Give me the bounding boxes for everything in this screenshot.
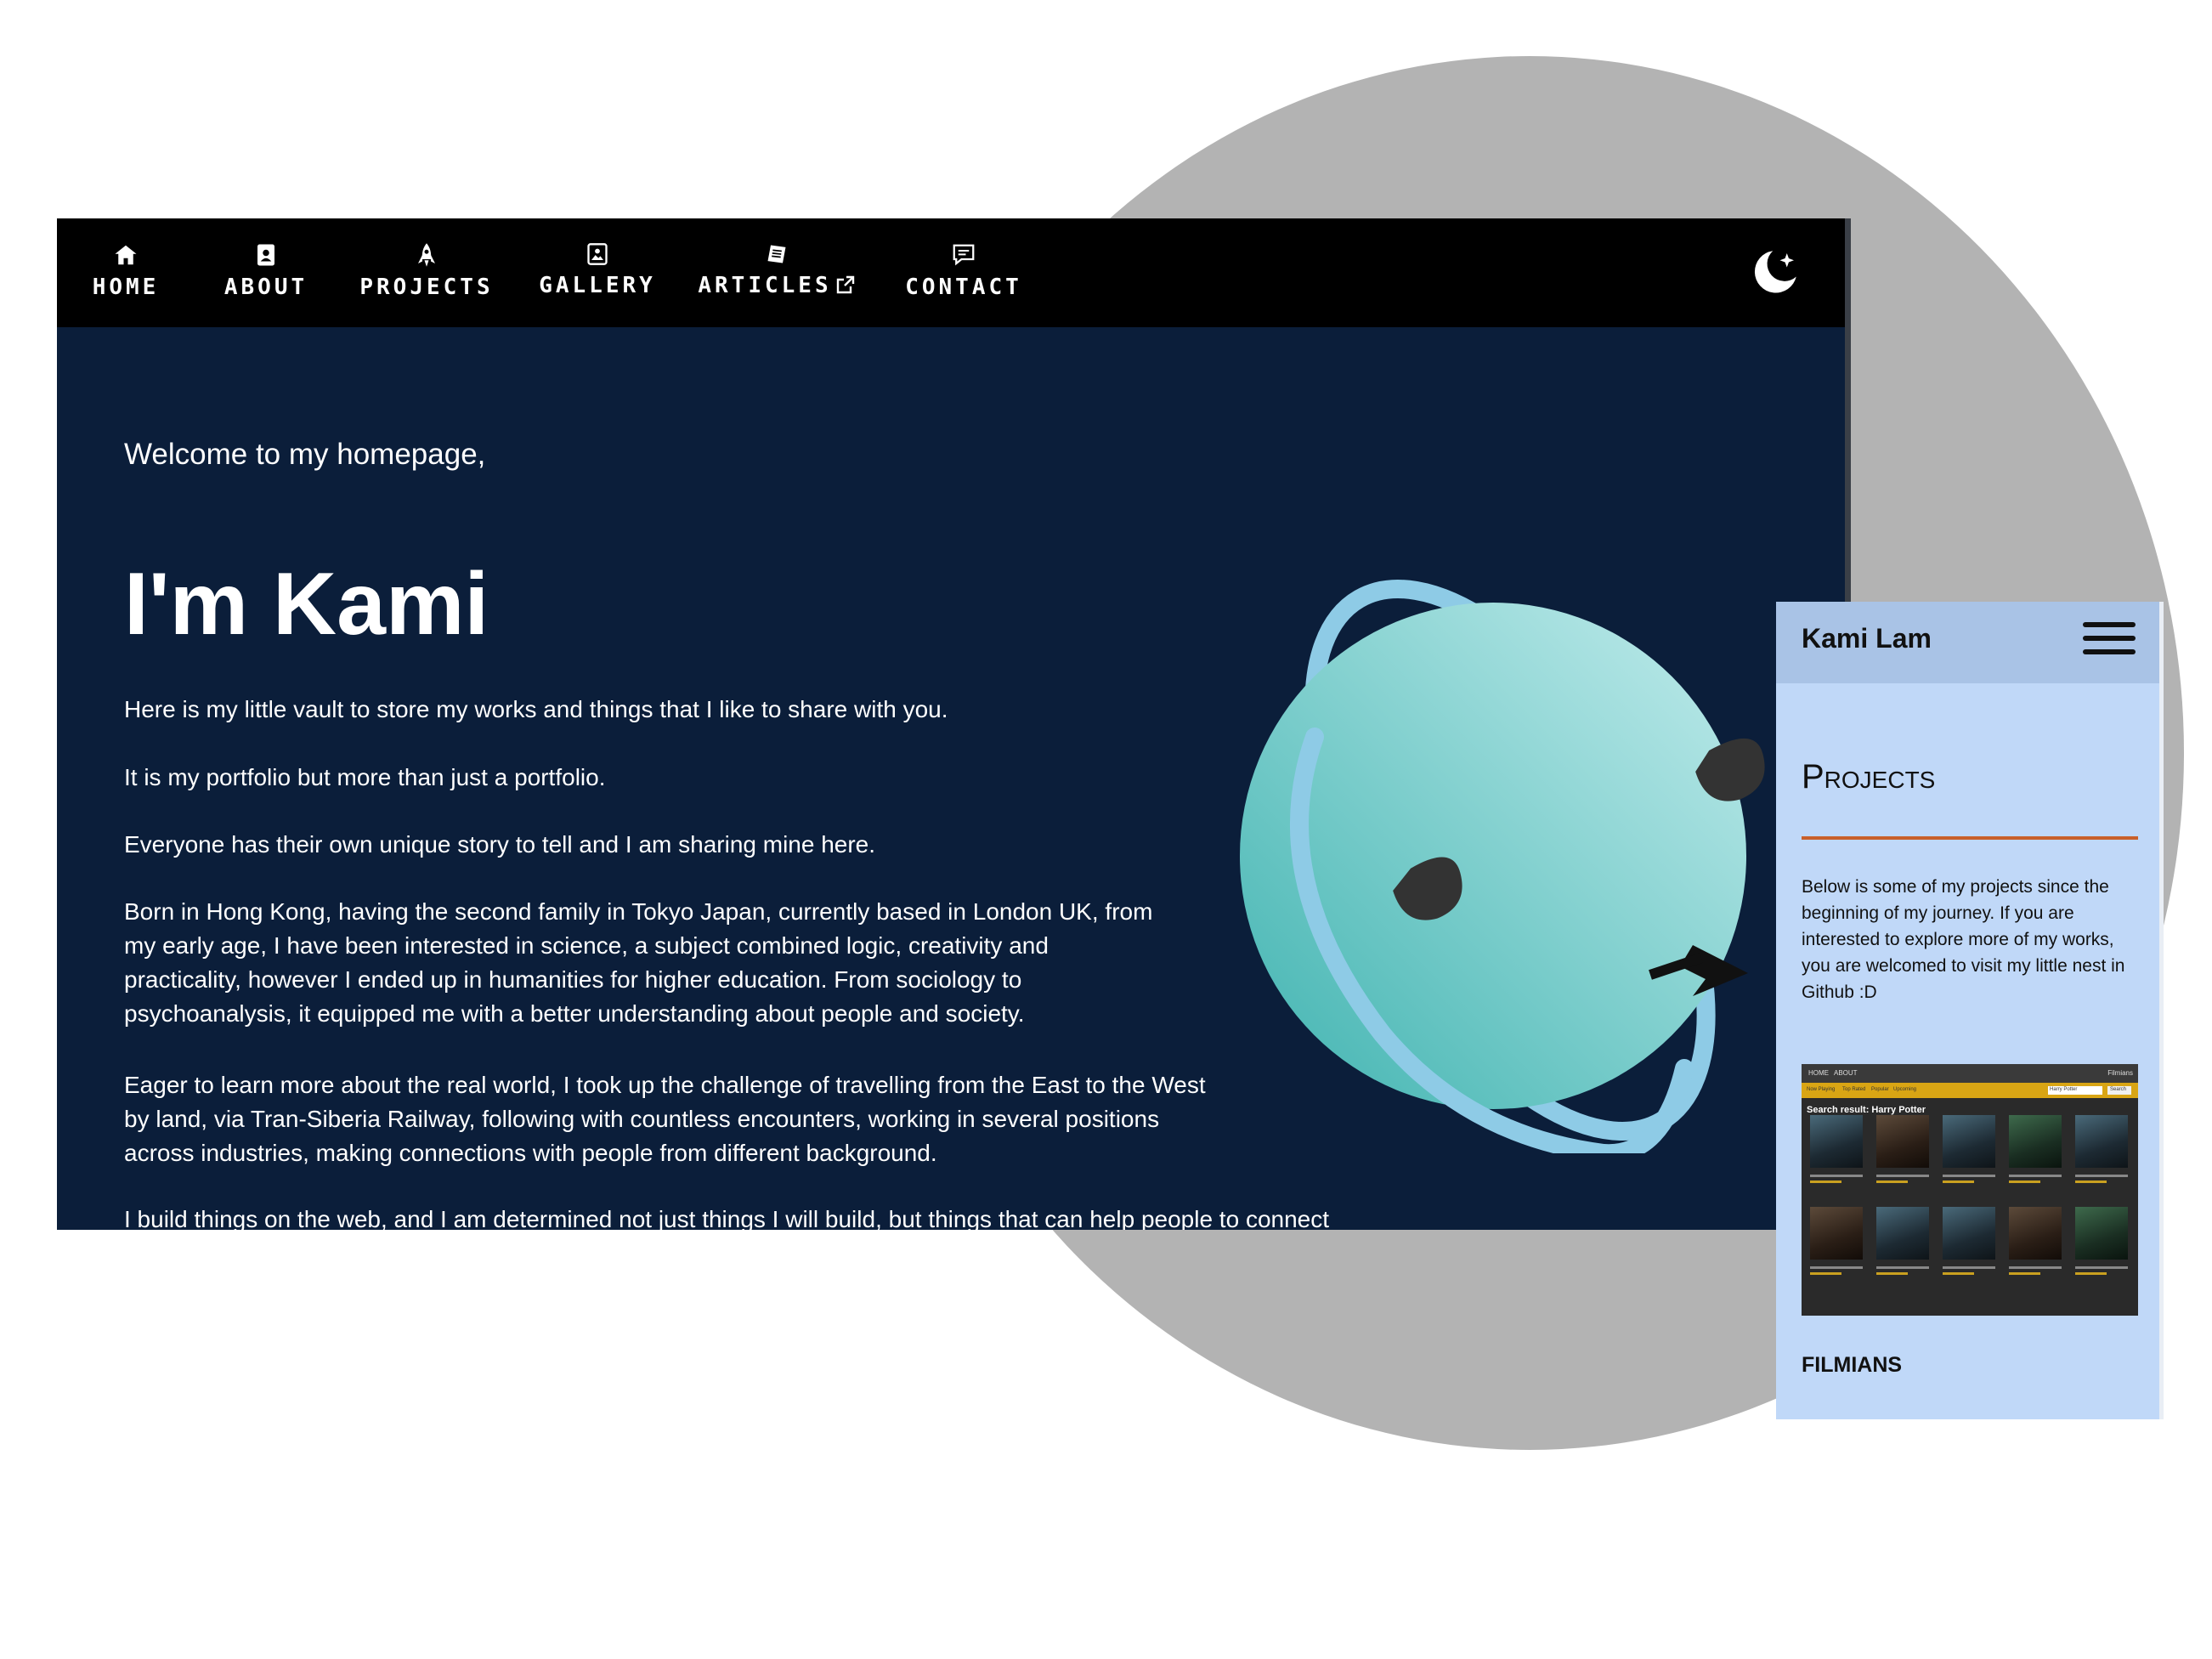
movie-poster [1943, 1115, 1995, 1168]
moon-stars-icon [1754, 251, 1796, 293]
movie-poster [1810, 1207, 1863, 1260]
poster-caption [1876, 1171, 1929, 1197]
shot-brand: Filmians [2107, 1069, 2133, 1077]
project-name[interactable]: FILMIANS [1802, 1353, 1902, 1378]
intro-paragraph-3: Everyone has their own unique story to t… [124, 831, 876, 858]
contact-card-icon [257, 244, 274, 266]
poster-caption [2075, 1171, 2128, 1197]
shot-search-value: Harry Potter [2050, 1087, 2078, 1092]
poster-caption [1876, 1263, 1929, 1288]
intro-paragraph-5: Eager to learn more about the real world… [124, 1072, 1206, 1166]
projects-section-title: Projects [1802, 758, 1936, 796]
movie-poster [1876, 1207, 1929, 1260]
nav-gallery-label: GALLERY [539, 273, 656, 298]
shot-search-button-label: Search [2110, 1087, 2127, 1092]
home-icon [115, 245, 137, 265]
intro-paragraph-6: I build things on the web, and I am dete… [124, 1206, 1330, 1230]
movie-poster [2009, 1207, 2062, 1260]
intro-paragraph-2: It is my portfolio but more than just a … [124, 764, 606, 790]
poster-caption [1810, 1263, 1863, 1288]
rocket-icon [418, 243, 435, 267]
mobile-brand[interactable]: Kami Lam [1802, 623, 1932, 654]
shot-tab-upcoming: Upcoming [1893, 1087, 1917, 1092]
nav-contact[interactable]: CONTACT [902, 237, 1026, 314]
newspaper-icon [767, 245, 786, 263]
top-navbar: HOME ABOUT PROJECTS GALLERY ARTICLES CON… [57, 218, 1851, 327]
filmians-project-screenshot[interactable]: HOME ABOUT Filmians Now Playing Top Rate… [1802, 1064, 2138, 1316]
nav-articles-label: ARTICLES [698, 273, 832, 298]
poster-caption [2075, 1263, 2128, 1288]
nav-articles-label-wrap: ARTICLES [698, 273, 856, 298]
poster-caption [2009, 1171, 2062, 1197]
poster-caption [1943, 1263, 1995, 1288]
movie-poster [2075, 1207, 2128, 1260]
section-divider [1802, 836, 2138, 840]
nav-contact-label: CONTACT [905, 275, 1022, 300]
nav-articles[interactable]: ARTICLES [698, 237, 856, 314]
movie-poster [1810, 1115, 1863, 1168]
nav-gallery[interactable]: GALLERY [538, 237, 657, 314]
mobile-projects-window: Kami Lam Projects Below is some of my pr… [1776, 602, 2164, 1419]
theme-toggle-button[interactable] [1747, 244, 1803, 300]
intro-paragraph-1: Here is my little vault to store my work… [124, 696, 948, 722]
nav-home[interactable]: HOME [91, 237, 161, 314]
nav-about-label: ABOUT [223, 275, 308, 300]
poster-caption [1810, 1171, 1863, 1197]
nav-projects[interactable]: PROJECTS [359, 237, 495, 314]
image-icon [587, 243, 608, 265]
hero-name-heading: I'm Kami [124, 555, 489, 654]
movie-poster [2075, 1115, 2128, 1168]
desktop-homepage-window: HOME ABOUT PROJECTS GALLERY ARTICLES CON… [57, 218, 1851, 1230]
nav-about[interactable]: ABOUT [223, 237, 308, 314]
sleepy-planet-illustration [1240, 580, 1765, 1153]
shot-search-button: Search [2107, 1086, 2131, 1095]
nav-home-label: HOME [92, 275, 160, 300]
poster-caption [2009, 1263, 2062, 1288]
shot-topbar: HOME ABOUT Filmians [1802, 1064, 2138, 1083]
shot-result-title: Search result: Harry Potter [1807, 1105, 1926, 1115]
shot-search-input: Harry Potter [2048, 1086, 2102, 1095]
movie-poster [1943, 1207, 1995, 1260]
shot-tab-top-rated: Top Rated [1842, 1087, 1866, 1092]
external-link-icon [836, 275, 854, 294]
poster-caption [1943, 1171, 1995, 1197]
intro-paragraph-4: Born in Hong Kong, having the second fam… [124, 898, 1153, 1027]
welcome-text: Welcome to my homepage, [124, 438, 486, 471]
shot-tabbar: Now Playing Top Rated Popular Upcoming H… [1802, 1083, 2138, 1098]
movie-poster [2009, 1115, 2062, 1168]
hamburger-icon[interactable] [2083, 614, 2136, 661]
shot-link-home: HOME [1808, 1069, 1829, 1077]
shot-link-about: ABOUT [1834, 1069, 1858, 1077]
projects-description: Below is some of my projects since the b… [1802, 877, 2125, 1002]
nav-projects-label: PROJECTS [359, 275, 494, 300]
shot-tab-popular: Popular [1871, 1087, 1889, 1092]
mobile-header: Kami Lam [1776, 602, 2159, 683]
shot-tab-now-playing: Now Playing [1807, 1087, 1836, 1092]
chat-icon [953, 244, 975, 266]
movie-poster [1876, 1115, 1929, 1168]
